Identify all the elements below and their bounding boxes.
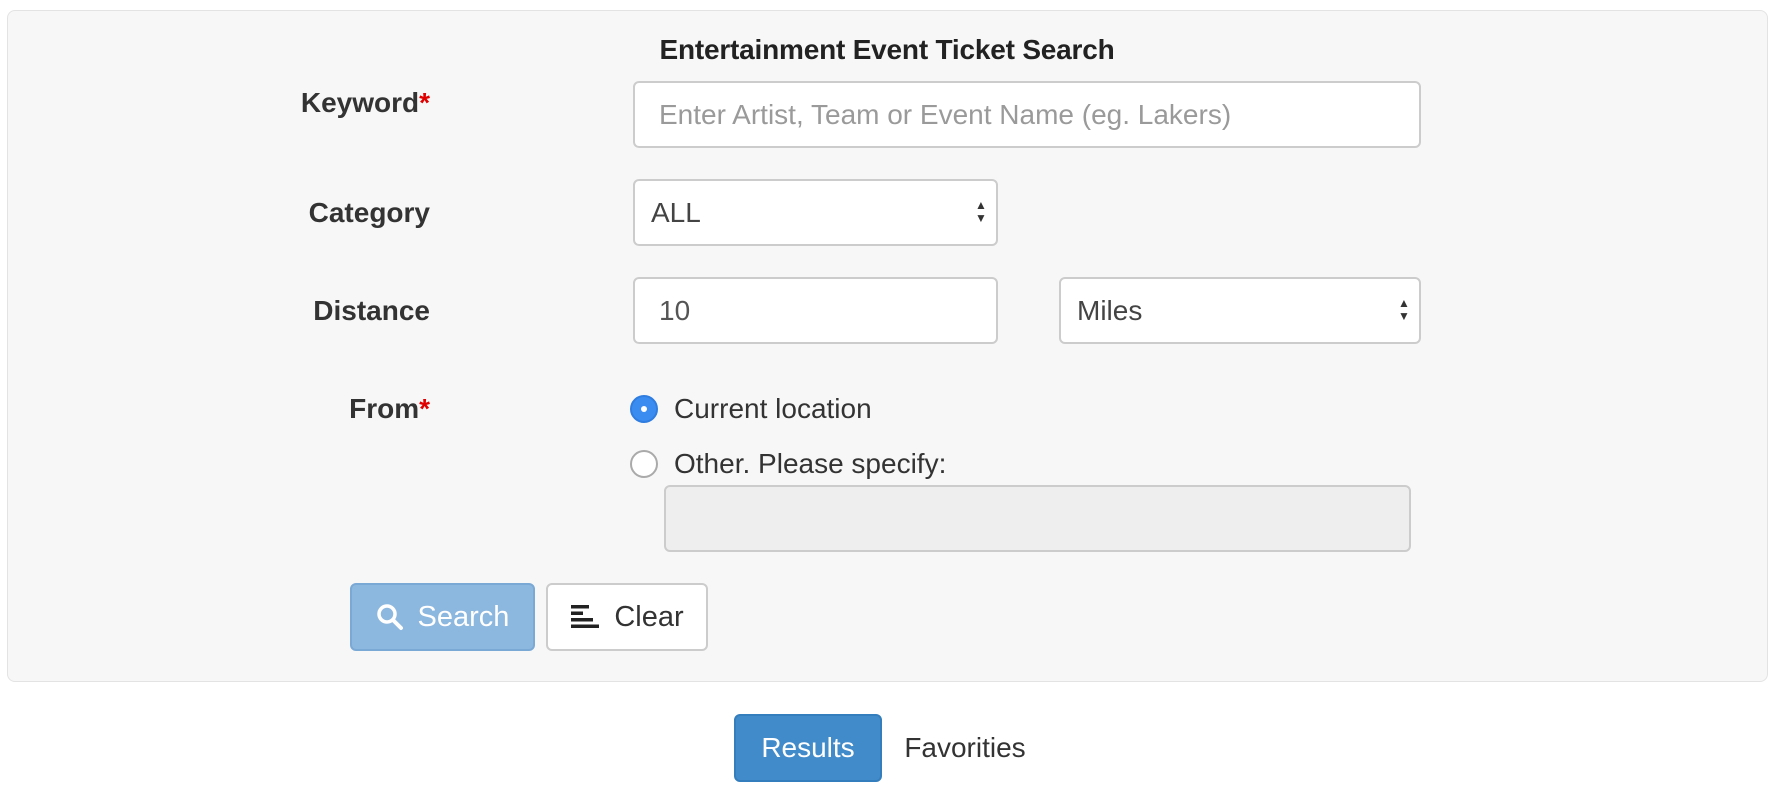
category-select[interactable]: ALL ▲ ▼ (633, 179, 998, 246)
radio-current-location[interactable] (630, 395, 658, 423)
distance-label: Distance (313, 295, 430, 326)
keyword-label: Keyword* (301, 87, 430, 119)
distance-unit-selected-value: Miles (1077, 294, 1143, 326)
keyword-input[interactable]: Enter Artist, Team or Event Name (eg. La… (633, 81, 1421, 148)
select-arrows-icon: ▲ ▼ (1398, 296, 1410, 323)
keyword-required-mark: * (419, 87, 430, 118)
radio-current-location-label: Current location (674, 393, 872, 424)
category-selected-value: ALL (651, 196, 701, 228)
from-option-current-location[interactable]: Current location (630, 393, 872, 425)
select-arrows-icon: ▲ ▼ (975, 198, 987, 225)
search-button-label: Search (417, 600, 510, 633)
search-button[interactable]: Search (350, 583, 535, 651)
tab-results[interactable]: Results (734, 714, 882, 782)
other-location-input[interactable] (664, 485, 1411, 552)
radio-other-location[interactable] (630, 450, 658, 478)
from-option-other[interactable]: Other. Please specify: (630, 448, 946, 480)
keyword-label-text: Keyword (300, 87, 420, 118)
radio-other-location-label: Other. Please specify: (674, 448, 947, 479)
tab-favorites[interactable]: Favorities (885, 714, 1045, 782)
form-title: Entertainment Event Ticket Search (659, 34, 1115, 65)
category-label: Category (308, 197, 430, 228)
search-icon (376, 603, 404, 631)
distance-input[interactable]: 10 (633, 277, 998, 344)
clear-button-label: Clear (614, 600, 684, 633)
clear-button[interactable]: Clear (546, 583, 708, 651)
from-required-mark: * (419, 393, 430, 424)
align-left-icon (570, 604, 600, 630)
from-label: From* (349, 393, 430, 425)
from-label-text: From (349, 393, 420, 424)
distance-unit-select[interactable]: Miles ▲ ▼ (1059, 277, 1421, 344)
